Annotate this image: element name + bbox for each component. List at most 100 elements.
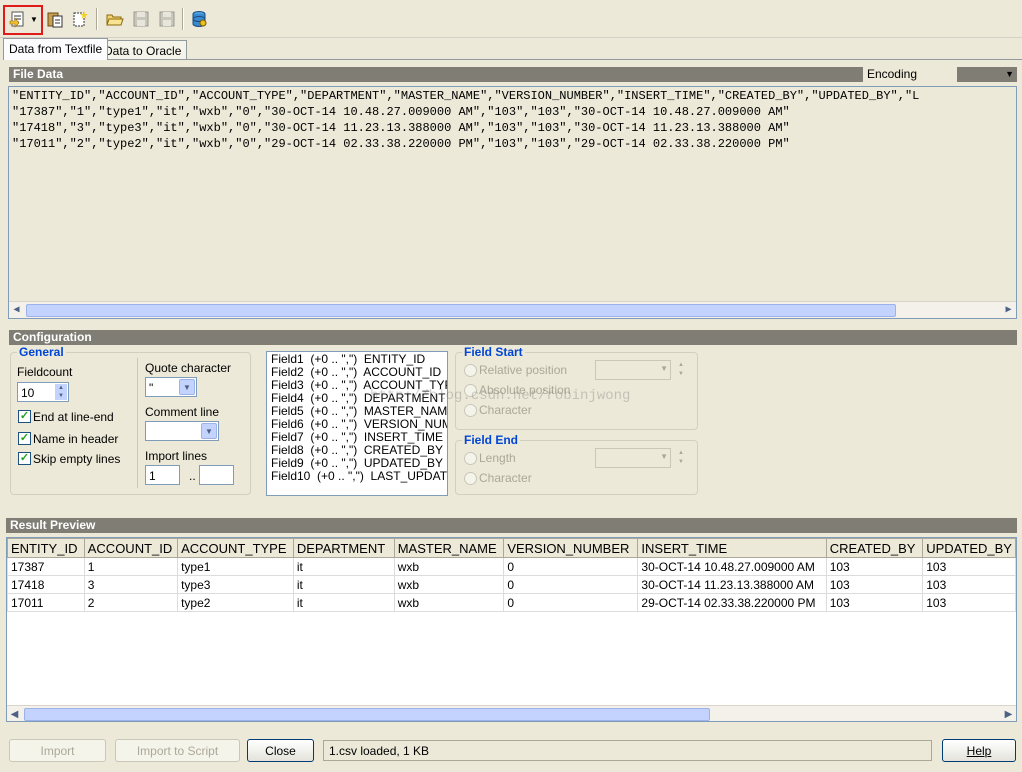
column-header[interactable]: MASTER_NAME	[393, 538, 505, 558]
file-data-text[interactable]: "ENTITY_ID","ACCOUNT_ID","ACCOUNT_TYPE",…	[8, 86, 1017, 319]
configuration-header: Configuration	[9, 330, 1017, 345]
table-cell: 17011	[7, 593, 85, 612]
table-cell: 103	[825, 575, 924, 594]
chevron-down-icon[interactable]: ▼	[28, 8, 40, 30]
relative-position-radio[interactable]	[464, 364, 477, 377]
scroll-left-icon[interactable]: ◀	[7, 706, 22, 721]
paste-icon[interactable]	[44, 8, 66, 30]
scroll-thumb[interactable]	[24, 708, 710, 721]
table-cell: type1	[177, 557, 294, 576]
length-radio[interactable]	[464, 452, 477, 465]
end-at-line-end-checkbox[interactable]: ✓	[18, 410, 31, 423]
table-row[interactable]: 17418 3 type3 it wxb 0 30-OCT-14 11.23.1…	[7, 575, 1016, 594]
column-header[interactable]: VERSION_NUMBER	[503, 538, 639, 558]
field-end-title: Field End	[462, 433, 520, 447]
import-range-separator: ..	[189, 469, 196, 483]
file-data-hscrollbar[interactable]: ◀ ▶	[9, 301, 1016, 318]
chevron-down-icon[interactable]: ▼	[201, 423, 217, 439]
import-to-script-button[interactable]: Import to Script	[115, 739, 240, 762]
table-row[interactable]: 17011 2 type2 it wxb 0 29-OCT-14 02.33.3…	[7, 593, 1016, 612]
scroll-right-icon[interactable]: ▶	[1001, 302, 1016, 318]
result-preview-header: Result Preview	[6, 518, 1017, 533]
character-end-radio[interactable]	[464, 472, 477, 485]
new-icon[interactable]	[68, 8, 90, 30]
encoding-label[interactable]: Encoding	[862, 67, 957, 82]
fieldcount-value: 10	[21, 386, 35, 400]
scroll-left-icon[interactable]: ◀	[9, 302, 24, 318]
chevron-down-icon[interactable]: ▼	[660, 364, 668, 373]
result-table: ENTITY_ID ACCOUNT_ID ACCOUNT_TYPE DEPART…	[7, 538, 1016, 612]
save-icon[interactable]	[130, 8, 152, 30]
file-data-header: File Data Encoding ▼	[9, 67, 1017, 82]
chevron-down-icon[interactable]: ▼	[660, 452, 668, 461]
column-header[interactable]: ACCOUNT_TYPE	[177, 538, 294, 558]
import-to-input[interactable]	[199, 465, 234, 485]
field-list[interactable]: Field1 (+0 .. ",") ENTITY_ID Field2 (+0 …	[266, 351, 448, 496]
quote-char-label: Quote character	[145, 361, 232, 375]
table-cell: 103	[922, 593, 1016, 612]
character-start-label: Character	[479, 403, 532, 417]
character-start-radio[interactable]	[464, 404, 477, 417]
column-header[interactable]: UPDATED_BY	[922, 538, 1016, 558]
file-line: "ENTITY_ID","ACCOUNT_ID","ACCOUNT_TYPE",…	[12, 89, 920, 103]
fieldcount-spinner[interactable]: 10 ▲ ▼	[17, 382, 69, 402]
open-file-dropdown-icon[interactable]	[7, 8, 29, 30]
field-list-item[interactable]: Field10 (+0 .. ",") LAST_UPDATE_T	[271, 470, 447, 483]
tab-data-to-oracle[interactable]: Data to Oracle	[98, 40, 188, 60]
scroll-thumb[interactable]	[26, 304, 896, 317]
result-preview-grid[interactable]: ENTITY_ID ACCOUNT_ID ACCOUNT_TYPE DEPART…	[6, 537, 1017, 722]
open-folder-icon[interactable]	[104, 8, 126, 30]
close-button[interactable]: Close	[247, 739, 314, 762]
table-cell: wxb	[393, 575, 505, 594]
spinner-arrows-icon[interactable]: ▲ ▼	[675, 361, 687, 379]
toolbar: ▼	[0, 0, 1022, 38]
column-header[interactable]: INSERT_TIME	[637, 538, 827, 558]
table-cell: 103	[922, 557, 1016, 576]
skip-empty-lines-label: Skip empty lines	[33, 452, 121, 466]
divider	[137, 358, 138, 488]
table-cell: 0	[503, 593, 639, 612]
table-cell: type2	[177, 593, 294, 612]
field-end-input[interactable]: ▼	[595, 448, 671, 468]
toolbar-separator	[96, 8, 98, 30]
spinner-arrows-icon[interactable]: ▲ ▼	[675, 449, 687, 467]
fieldcount-label: Fieldcount	[17, 365, 73, 379]
tab-data-from-textfile[interactable]: Data from Textfile	[3, 38, 109, 60]
comment-line-select[interactable]: ▼	[145, 421, 219, 441]
table-cell: it	[292, 557, 395, 576]
database-icon[interactable]	[188, 8, 210, 30]
table-cell: 30-OCT-14 11.23.13.388000 AM	[637, 575, 827, 594]
table-row[interactable]: 17387 1 type1 it wxb 0 30-OCT-14 10.48.2…	[7, 557, 1016, 576]
column-header[interactable]: ACCOUNT_ID	[83, 538, 179, 558]
table-cell: 0	[503, 575, 639, 594]
quote-char-select[interactable]: " ▼	[145, 377, 197, 397]
help-button[interactable]: Help	[942, 739, 1016, 762]
column-header[interactable]: DEPARTMENT	[292, 538, 395, 558]
quote-char-value: "	[149, 381, 154, 395]
scroll-right-icon[interactable]: ▶	[1001, 706, 1016, 721]
chevron-down-icon[interactable]: ▼	[179, 379, 195, 395]
table-cell: 30-OCT-14 10.48.27.009000 AM	[637, 557, 827, 576]
encoding-dropdown-icon[interactable]: ▼	[1005, 67, 1014, 82]
column-header[interactable]: CREATED_BY	[825, 538, 924, 558]
save-as-icon[interactable]	[156, 8, 178, 30]
field-start-title: Field Start	[462, 345, 525, 359]
length-label: Length	[479, 451, 516, 465]
general-title: General	[17, 345, 66, 359]
end-at-line-end-label: End at line-end	[33, 410, 114, 424]
import-from-input[interactable]: 1	[145, 465, 180, 485]
file-line: "17011","2","type2","it","wxb","0","29-O…	[12, 137, 790, 151]
spinner-arrows-icon[interactable]: ▲ ▼	[55, 384, 67, 400]
table-cell: 103	[825, 593, 924, 612]
field-start-input[interactable]: ▼	[595, 360, 671, 380]
comment-line-label: Comment line	[145, 405, 220, 419]
relative-position-label: Relative position	[479, 363, 568, 377]
result-hscrollbar[interactable]: ◀ ▶	[7, 705, 1016, 721]
name-in-header-checkbox[interactable]: ✓	[18, 432, 31, 445]
file-data-title: File Data	[13, 67, 64, 81]
column-header[interactable]: ENTITY_ID	[7, 538, 85, 558]
table-cell: 17418	[7, 575, 85, 594]
skip-empty-lines-checkbox[interactable]: ✓	[18, 452, 31, 465]
table-header-row: ENTITY_ID ACCOUNT_ID ACCOUNT_TYPE DEPART…	[7, 538, 1016, 558]
import-button[interactable]: Import	[9, 739, 106, 762]
